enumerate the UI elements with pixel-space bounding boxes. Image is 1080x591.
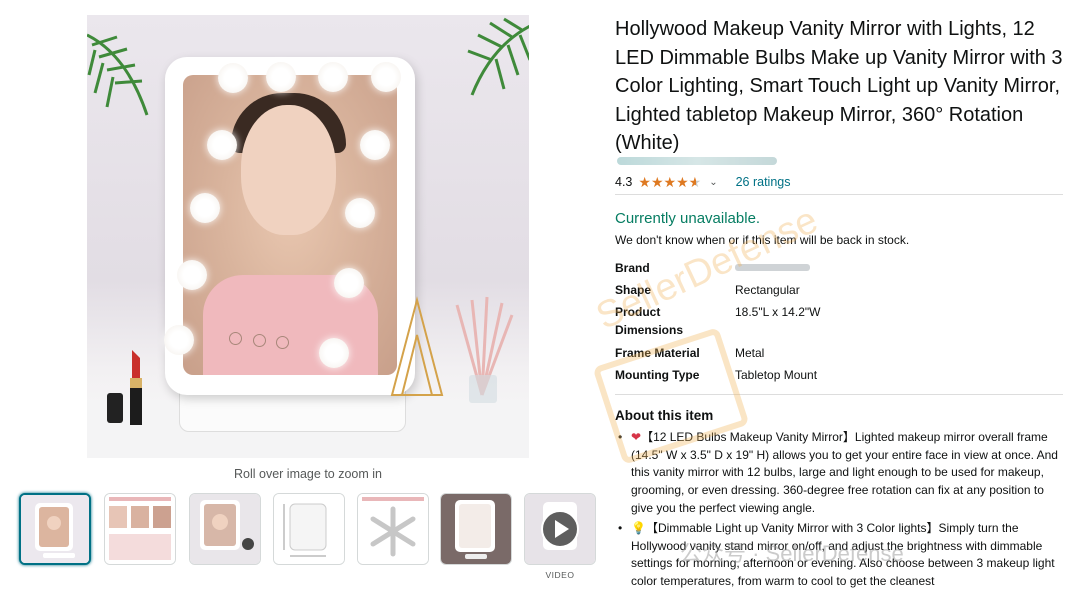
bullet-text: 【Dimmable Light up Vanity Mirror with 3 … [631, 521, 1055, 589]
brand-value-redacted [735, 264, 810, 271]
led-bulb [207, 130, 237, 160]
divider [615, 194, 1063, 195]
touch-button-icon [276, 336, 289, 349]
model-icon [190, 494, 260, 564]
zoom-hint: Roll over image to zoom in [234, 467, 382, 481]
heart-icon: ❤ [631, 430, 642, 444]
model-face [241, 105, 336, 235]
thumbnail-6[interactable] [440, 493, 512, 565]
touch-button-icon [229, 332, 242, 345]
thumbnail-4[interactable] [273, 493, 345, 565]
availability-note: We don't know when or if this item will … [615, 233, 910, 247]
availability-status: Currently unavailable. [615, 210, 761, 227]
store-link-redacted[interactable] [617, 157, 777, 165]
about-bullet: • ❤【12 LED Bulbs Makeup Vanity Mirror】Li… [618, 429, 1063, 518]
product-title: Hollywood Makeup Vanity Mirror with Ligh… [615, 18, 1063, 154]
gold-decor [390, 296, 444, 396]
bullet-text: 【12 LED Bulbs Makeup Vanity Mirror】Light… [631, 430, 1058, 515]
spec-key: Mounting Type [615, 368, 700, 382]
rating-value: 4.3 [615, 175, 633, 189]
led-bulb [218, 63, 248, 93]
dimensions-icon [274, 494, 344, 564]
led-bulb [177, 260, 207, 290]
rotation-icon [358, 494, 428, 564]
led-bulb [319, 338, 349, 368]
mirror-icon [21, 495, 89, 563]
star-icon: ★ [676, 174, 689, 190]
led-bulb [164, 325, 194, 355]
spec-key: Frame Material [615, 346, 700, 360]
makeup-brushes-decoration [455, 296, 514, 403]
star-icon: ★ [650, 174, 664, 190]
led-bulb [345, 198, 375, 228]
led-bulb [360, 130, 390, 160]
spec-value: Rectangular [735, 283, 800, 297]
lipstick-cap-decoration [107, 393, 123, 423]
thumbnail-5[interactable] [357, 493, 429, 565]
led-bulb [371, 62, 401, 92]
led-bulb [318, 62, 348, 92]
spec-value: Tabletop Mount [735, 368, 818, 382]
thumbnail-video[interactable] [524, 493, 596, 565]
ratings-count-link[interactable]: 26 ratings [736, 175, 791, 189]
spec-value: 18.5"L x 14.2"W [735, 305, 821, 319]
spec-key: Shape [615, 283, 652, 297]
half-star-icon: ★ [688, 174, 702, 190]
star-rating-icon[interactable]: ★ ★ ★ ★ ★ [638, 175, 701, 189]
bullet-dot: • [618, 521, 623, 535]
led-bulb [334, 268, 364, 298]
play-icon [525, 494, 595, 564]
spec-value: Metal [735, 346, 765, 360]
rating-row[interactable]: 4.3 ★ ★ ★ ★ ★ ⌄ 26 ratings [615, 173, 791, 191]
bullet-dot: • [618, 430, 623, 444]
chevron-down-icon[interactable]: ⌄ [709, 177, 717, 188]
led-bulb [266, 62, 296, 92]
star-icon: ★ [638, 174, 651, 190]
main-product-image[interactable] [87, 15, 529, 458]
touch-button-icon [253, 334, 266, 347]
about-section-title: About this item [615, 408, 714, 423]
spec-key: Product Dimensions [615, 305, 684, 337]
divider [615, 394, 1063, 395]
thumbnail-3[interactable] [189, 493, 261, 565]
star-icon: ★ [663, 174, 677, 190]
palm-leaf-decoration [467, 17, 529, 96]
video-label: VIDEO [545, 570, 575, 580]
infographic-icon [105, 494, 175, 564]
about-bullet: • 💡【Dimmable Light up Vanity Mirror with… [618, 520, 1063, 591]
palm-leaf-decoration [87, 33, 149, 116]
lightbulb-icon: 💡 [631, 521, 646, 535]
led-bulb [190, 193, 220, 223]
lipstick-decoration [130, 350, 142, 425]
mirror-icon [441, 494, 511, 564]
thumbnail-1[interactable] [19, 493, 91, 565]
thumbnail-2[interactable] [104, 493, 176, 565]
spec-key: Brand [615, 261, 650, 275]
